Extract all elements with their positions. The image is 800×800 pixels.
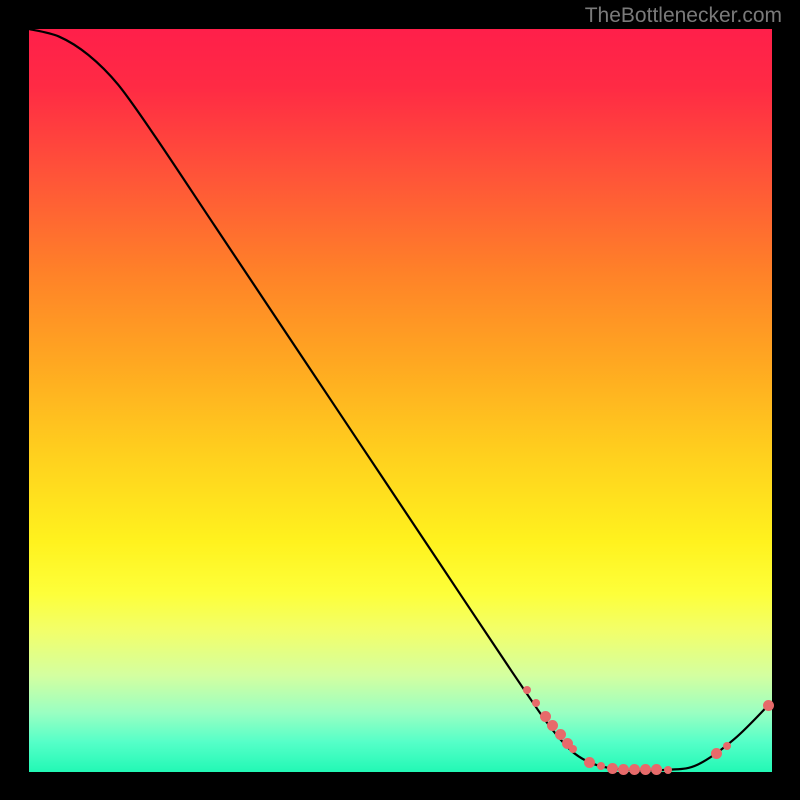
chart-data-point <box>532 699 540 707</box>
chart-data-point <box>711 748 722 759</box>
chart-plot-area <box>29 29 772 772</box>
chart-data-point <box>569 745 577 753</box>
chart-data-point <box>584 757 595 768</box>
chart-data-point <box>651 764 662 775</box>
chart-data-point <box>664 766 672 774</box>
chart-data-point <box>597 762 605 770</box>
chart-data-point <box>618 764 629 775</box>
chart-data-point <box>629 764 640 775</box>
chart-data-point <box>523 686 531 694</box>
chart-data-point <box>763 700 774 711</box>
chart-data-point <box>640 764 651 775</box>
watermark-text: TheBottlenecker.com <box>585 4 782 28</box>
chart-data-point <box>723 742 731 750</box>
chart-dots-layer <box>29 29 772 772</box>
chart-data-point <box>607 763 618 774</box>
